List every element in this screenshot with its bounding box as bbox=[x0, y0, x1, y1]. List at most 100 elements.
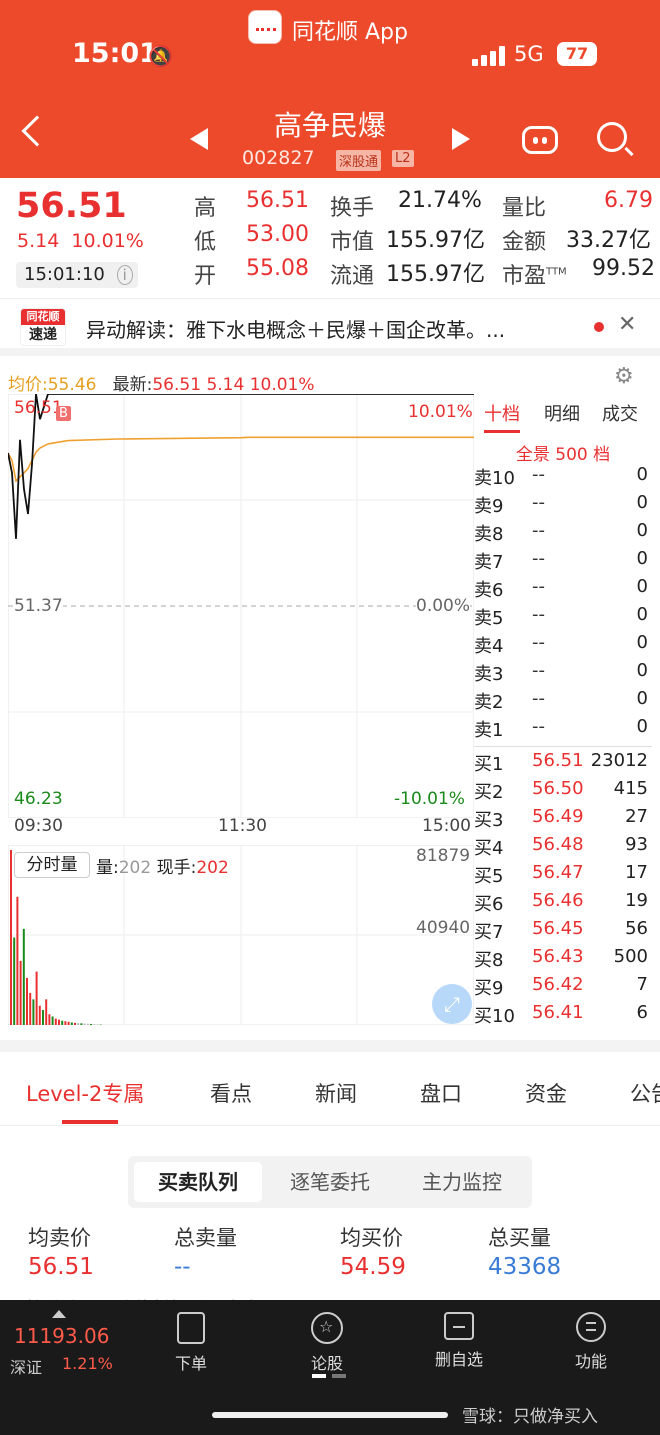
level-price: 56.48 bbox=[532, 834, 584, 855]
level-volume: 0 bbox=[636, 576, 648, 597]
tab-ten-levels[interactable]: 十档 bbox=[484, 400, 520, 433]
volume-type-button[interactable]: 分时量 bbox=[14, 852, 90, 878]
bid-row[interactable]: 买7 56.45 56 bbox=[474, 918, 652, 946]
ask-row[interactable]: 卖9 -- 0 bbox=[474, 492, 652, 520]
ask-row[interactable]: 卖4 -- 0 bbox=[474, 632, 652, 660]
alert-text[interactable]: 异动解读：雅下水电概念＋民爆＋国企改革。... bbox=[86, 314, 505, 343]
nav-remove-watch[interactable]: 删自选 bbox=[424, 1312, 494, 1370]
next-stock-icon[interactable] bbox=[452, 128, 470, 150]
robot-icon[interactable] bbox=[522, 126, 558, 154]
bid-row[interactable]: 买2 56.50 415 bbox=[474, 778, 652, 806]
signal-icon bbox=[472, 46, 506, 66]
level-volume: 415 bbox=[613, 778, 648, 799]
minus-icon bbox=[444, 1312, 474, 1340]
ask-row[interactable]: 卖3 -- 0 bbox=[474, 660, 652, 688]
volume-bar bbox=[93, 1024, 96, 1025]
level-volume: 19 bbox=[625, 890, 648, 911]
volume-bar bbox=[29, 992, 32, 1025]
level-volume: 0 bbox=[636, 604, 648, 625]
level-price: 56.49 bbox=[532, 806, 584, 827]
level-price: 56.45 bbox=[532, 918, 584, 939]
tab-funds[interactable]: 资金 bbox=[525, 1078, 567, 1108]
battery-icon: 77 bbox=[557, 42, 597, 66]
level-volume: 0 bbox=[636, 548, 648, 569]
volume-bar bbox=[19, 960, 22, 1025]
nav-discuss[interactable]: ☆ 论股 bbox=[292, 1312, 362, 1374]
ask-row[interactable]: 卖8 -- 0 bbox=[474, 520, 652, 548]
full-depth-button[interactable]: 全景 500 档 bbox=[476, 440, 650, 465]
expand-icon[interactable]: ⤢ bbox=[432, 984, 472, 1024]
nav-functions[interactable]: 功能 bbox=[556, 1312, 626, 1372]
bid-row[interactable]: 买9 56.42 7 bbox=[474, 974, 652, 1002]
volume-bar bbox=[74, 1022, 76, 1025]
stock-code: 002827 bbox=[242, 147, 315, 169]
ask-row[interactable]: 卖10 -- 0 bbox=[474, 464, 652, 492]
tab-news[interactable]: 新闻 bbox=[315, 1078, 357, 1108]
bid-row[interactable]: 买8 56.43 500 bbox=[474, 946, 652, 974]
total-sell-value: -- bbox=[174, 1254, 191, 1280]
index-expand-icon[interactable] bbox=[52, 1310, 66, 1318]
level-label: 卖8 bbox=[474, 524, 504, 545]
volume-bar bbox=[38, 1005, 41, 1025]
tab-level2[interactable]: Level-2专属 bbox=[26, 1078, 144, 1108]
level-price: -- bbox=[532, 688, 545, 709]
level-volume: 6 bbox=[636, 1002, 648, 1023]
ask-row[interactable]: 卖7 -- 0 bbox=[474, 548, 652, 576]
bid-row[interactable]: 买3 56.49 27 bbox=[474, 806, 652, 834]
ask-row[interactable]: 卖5 -- 0 bbox=[474, 604, 652, 632]
level-price: -- bbox=[532, 576, 545, 597]
content-tabs: Level-2专属 看点 新闻 盘口 资金 公告 bbox=[0, 1072, 660, 1126]
last-price: 56.51 bbox=[16, 186, 127, 226]
seg-monitor[interactable]: 主力监控 bbox=[400, 1162, 524, 1202]
tab-highlights[interactable]: 看点 bbox=[210, 1078, 252, 1108]
total-buy-value: 43368 bbox=[488, 1254, 562, 1280]
tab-detail[interactable]: 明细 bbox=[544, 400, 580, 426]
level-price: 56.42 bbox=[532, 974, 584, 995]
orderbook-divider bbox=[474, 746, 652, 747]
volume-bar bbox=[80, 1023, 83, 1025]
close-icon[interactable]: ✕ bbox=[618, 312, 636, 337]
volume-bar bbox=[77, 1023, 80, 1025]
vol-mid-label: 40940 bbox=[416, 918, 471, 938]
level-label: 卖2 bbox=[474, 692, 504, 713]
volume-bar bbox=[70, 1022, 73, 1025]
orderbook-tabs: 十档 明细 成交 bbox=[476, 400, 650, 434]
ask-row[interactable]: 卖6 -- 0 bbox=[474, 576, 652, 604]
bid-row[interactable]: 买4 56.48 93 bbox=[474, 834, 652, 862]
tab-announcement[interactable]: 公告 bbox=[630, 1078, 660, 1108]
search-icon[interactable] bbox=[597, 122, 627, 152]
level-label: 卖5 bbox=[474, 608, 504, 629]
avg-sell-label: 均卖价 bbox=[28, 1226, 91, 1250]
tab-handicap[interactable]: 盘口 bbox=[420, 1078, 462, 1108]
y-mid-right: 0.00% bbox=[416, 596, 471, 616]
index-value[interactable]: 11193.06 bbox=[14, 1324, 109, 1348]
level-label: 买8 bbox=[474, 950, 504, 971]
page-indicator bbox=[312, 1374, 346, 1378]
bid-row[interactable]: 买5 56.47 17 bbox=[474, 862, 652, 890]
ask-row[interactable]: 卖2 -- 0 bbox=[474, 688, 652, 716]
seg-queue[interactable]: 买卖队列 bbox=[134, 1162, 262, 1202]
level-label: 买4 bbox=[474, 838, 504, 859]
ask-row[interactable]: 卖1 -- 0 bbox=[474, 716, 652, 744]
level-label: 卖3 bbox=[474, 664, 504, 685]
level-volume: 0 bbox=[636, 520, 648, 541]
index-name: 深证 bbox=[10, 1358, 43, 1377]
total-sell-label: 总卖量 bbox=[174, 1226, 237, 1250]
bid-row[interactable]: 买10 56.41 6 bbox=[474, 1002, 652, 1030]
pe-label: 市盈TTM bbox=[502, 264, 567, 289]
buy-marker: B bbox=[56, 406, 71, 421]
price-chart[interactable] bbox=[8, 394, 474, 818]
prev-stock-icon[interactable] bbox=[190, 128, 208, 150]
level-price: -- bbox=[532, 464, 545, 485]
nav-order[interactable]: 下单 bbox=[156, 1312, 226, 1374]
bid-row[interactable]: 买1 56.51 23012 bbox=[474, 750, 652, 778]
home-indicator[interactable] bbox=[212, 1412, 448, 1418]
level-price: 56.50 bbox=[532, 778, 584, 799]
seg-orders[interactable]: 逐笔委托 bbox=[268, 1162, 392, 1202]
tab-trades[interactable]: 成交 bbox=[602, 400, 638, 426]
volume-bar bbox=[22, 928, 25, 1025]
gear-icon[interactable]: ⚙ bbox=[614, 364, 634, 389]
level-label: 买10 bbox=[474, 1006, 515, 1027]
segment-control: 买卖队列 逐笔委托 主力监控 bbox=[128, 1156, 532, 1208]
bid-row[interactable]: 买6 56.46 19 bbox=[474, 890, 652, 918]
